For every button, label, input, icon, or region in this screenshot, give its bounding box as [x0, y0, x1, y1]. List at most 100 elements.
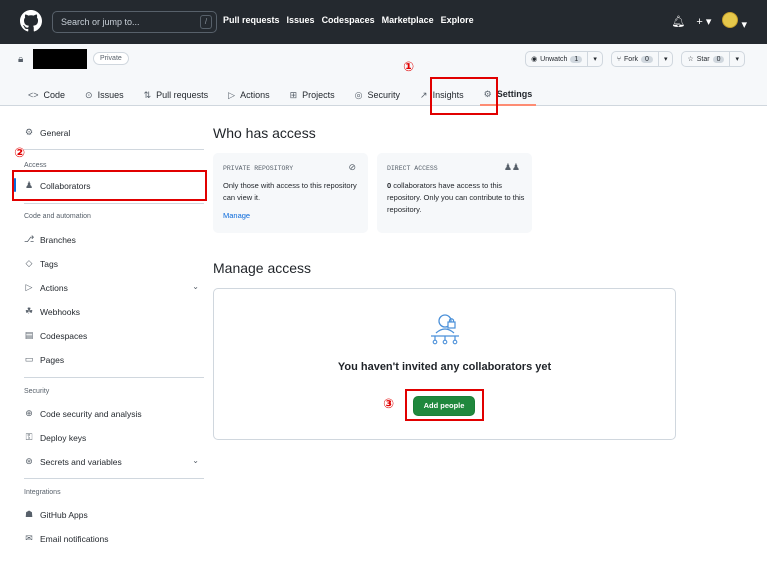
chevron-down-icon[interactable]: ▾ [588, 55, 602, 63]
codespaces-icon: ▤ [24, 330, 34, 340]
eye-closed-icon: ⊘ [348, 162, 356, 172]
sidebar-item-label: Branches [40, 234, 76, 245]
lock-icon: 🔒︎ [18, 54, 24, 65]
global-header: / Pull requests Issues Codespaces Market… [0, 0, 767, 44]
private-repository-card: PRIVATE REPOSITORY ⊘ Only those with acc… [213, 153, 368, 233]
fork-icon: ⑂ [616, 55, 622, 63]
card-label: DIRECT ACCESS [387, 165, 438, 172]
sidebar-item-tags[interactable]: ◇ Tags [24, 258, 58, 269]
tab-label: Pull requests [156, 90, 209, 100]
tag-icon: ◇ [25, 258, 33, 268]
browser-icon: ▭ [24, 354, 34, 364]
repo-header: 🔒︎ Private ◉ Unwatch 1 ▾ ⑂ Fork 0 ▾ ☆ Star 0 ▾… [0, 44, 767, 106]
sidebar-item-actions[interactable]: ▷ Actions [24, 282, 68, 293]
sidebar-item-deploy-keys[interactable]: ⚿ Deploy keys [24, 432, 87, 443]
chevron-down-icon[interactable]: ▾ [659, 55, 673, 63]
sidebar-item-pages[interactable]: ▭ Pages [24, 354, 64, 365]
tab-pull-requests[interactable]: ⇅ Pull requests [140, 84, 213, 106]
tab-label: Security [367, 90, 401, 100]
card-description-text: collaborators have access to this reposi… [387, 181, 525, 214]
annotation-step-3: ③ [383, 396, 395, 411]
eye-icon: ◉ [531, 56, 538, 63]
people-icon: ♟♟ [503, 162, 520, 172]
branch-icon: ⎇ [24, 234, 35, 244]
repo-name-redacted [33, 49, 87, 69]
chevron-down-icon[interactable]: ⌄ [192, 282, 199, 291]
sidebar-item-code-security[interactable]: ⊕ Code security and analysis [24, 408, 141, 419]
manage-access-heading: Manage access [213, 260, 312, 276]
user-menu[interactable]: ▾ [722, 12, 747, 31]
nav-marketplace[interactable]: Marketplace [382, 15, 434, 25]
sidebar-heading-integrations: Integrations [24, 489, 61, 496]
nav-pull-requests[interactable]: Pull requests [223, 15, 280, 25]
annotation-box-settings [430, 77, 498, 115]
plus-icon[interactable]: + ▾ [696, 15, 711, 28]
sidebar-heading-access: Access [24, 162, 47, 169]
sidebar-item-branches[interactable]: ⎇ Branches [24, 234, 76, 245]
divider [24, 377, 204, 378]
gear-icon: ⚙ [24, 127, 34, 137]
asterisk-icon: ⊛ [25, 456, 33, 466]
card-description: 0 collaborators have access to this repo… [387, 180, 532, 216]
sidebar-item-label: Deploy keys [40, 432, 87, 443]
annotation-box-collaborators [12, 170, 207, 201]
global-search[interactable]: / [52, 11, 217, 33]
sidebar-item-label: Tags [40, 258, 58, 269]
play-icon: ▷ [228, 89, 236, 100]
sidebar-item-email-notifications[interactable]: ✉ Email notifications [24, 533, 108, 544]
card-label: PRIVATE REPOSITORY [223, 165, 294, 172]
annotation-step-1: ① [403, 59, 415, 74]
star-icon: ☆ [687, 56, 694, 63]
direct-access-card: DIRECT ACCESS ♟♟ 0 collaborators have ac… [377, 153, 532, 233]
watch-button[interactable]: ◉ Unwatch 1 ▾ [525, 51, 603, 67]
table-icon: ⊞ [289, 89, 298, 100]
apps-icon: ☗ [24, 509, 34, 519]
avatar[interactable] [722, 12, 739, 28]
search-input[interactable] [61, 17, 196, 27]
tab-label: Settings [496, 89, 533, 99]
sidebar-item-webhooks[interactable]: ☘ Webhooks [24, 306, 80, 317]
watch-count: 1 [570, 55, 583, 63]
tab-security[interactable]: ◎ Security [351, 84, 404, 106]
code-icon: <> [28, 90, 39, 100]
play-icon: ▷ [25, 282, 33, 292]
sidebar-item-codespaces[interactable]: ▤ Codespaces [24, 330, 88, 341]
tab-label: Actions [240, 90, 270, 100]
header-actions: 🔔︎ + ▾ ▾ [671, 12, 747, 31]
tab-issues[interactable]: ⊙ Issues [81, 84, 128, 106]
sidebar-item-github-apps[interactable]: ☗ GitHub Apps [24, 509, 88, 520]
tab-projects[interactable]: ⊞ Projects [286, 84, 339, 106]
tab-label: Projects [302, 90, 335, 100]
mail-icon: ✉ [25, 533, 33, 543]
slash-key-hint: / [200, 15, 212, 29]
key-icon: ⚿ [25, 432, 33, 442]
divider [24, 203, 204, 204]
pull-request-icon: ⇅ [143, 89, 152, 100]
person-lock-icon [431, 314, 459, 345]
tab-actions[interactable]: ▷ Actions [224, 84, 273, 106]
sidebar-item-secrets[interactable]: ⊛ Secrets and variables [24, 456, 122, 467]
sidebar-item-label: Webhooks [40, 306, 81, 317]
sidebar-item-label: GitHub Apps [40, 509, 88, 520]
fork-button[interactable]: ⑂ Fork 0 ▾ [610, 51, 674, 67]
bell-icon[interactable]: 🔔︎ [671, 15, 685, 28]
card-description: Only those with access to this repositor… [223, 181, 357, 202]
nav-issues[interactable]: Issues [287, 15, 315, 25]
fork-label: Fork [624, 55, 639, 63]
nav-codespaces[interactable]: Codespaces [322, 15, 375, 25]
tab-label: Issues [97, 90, 124, 100]
manage-link[interactable]: Manage [223, 211, 250, 220]
chevron-down-icon[interactable]: ⌄ [192, 456, 199, 465]
nav-explore[interactable]: Explore [441, 15, 474, 25]
codescan-icon: ⊕ [25, 408, 33, 418]
star-label: Star [696, 55, 710, 63]
chevron-down-icon[interactable]: ▾ [730, 55, 744, 63]
github-logo-icon[interactable] [20, 10, 42, 32]
top-nav: Pull requests Issues Codespaces Marketpl… [223, 15, 474, 25]
star-button[interactable]: ☆ Star 0 ▾ [681, 51, 745, 67]
visibility-badge: Private [93, 52, 129, 65]
graph-icon: ↗ [420, 89, 428, 100]
tab-code[interactable]: <> Code [24, 84, 69, 106]
sidebar-item-general[interactable]: ⚙ General [24, 127, 70, 138]
tab-label: Code [43, 90, 66, 100]
